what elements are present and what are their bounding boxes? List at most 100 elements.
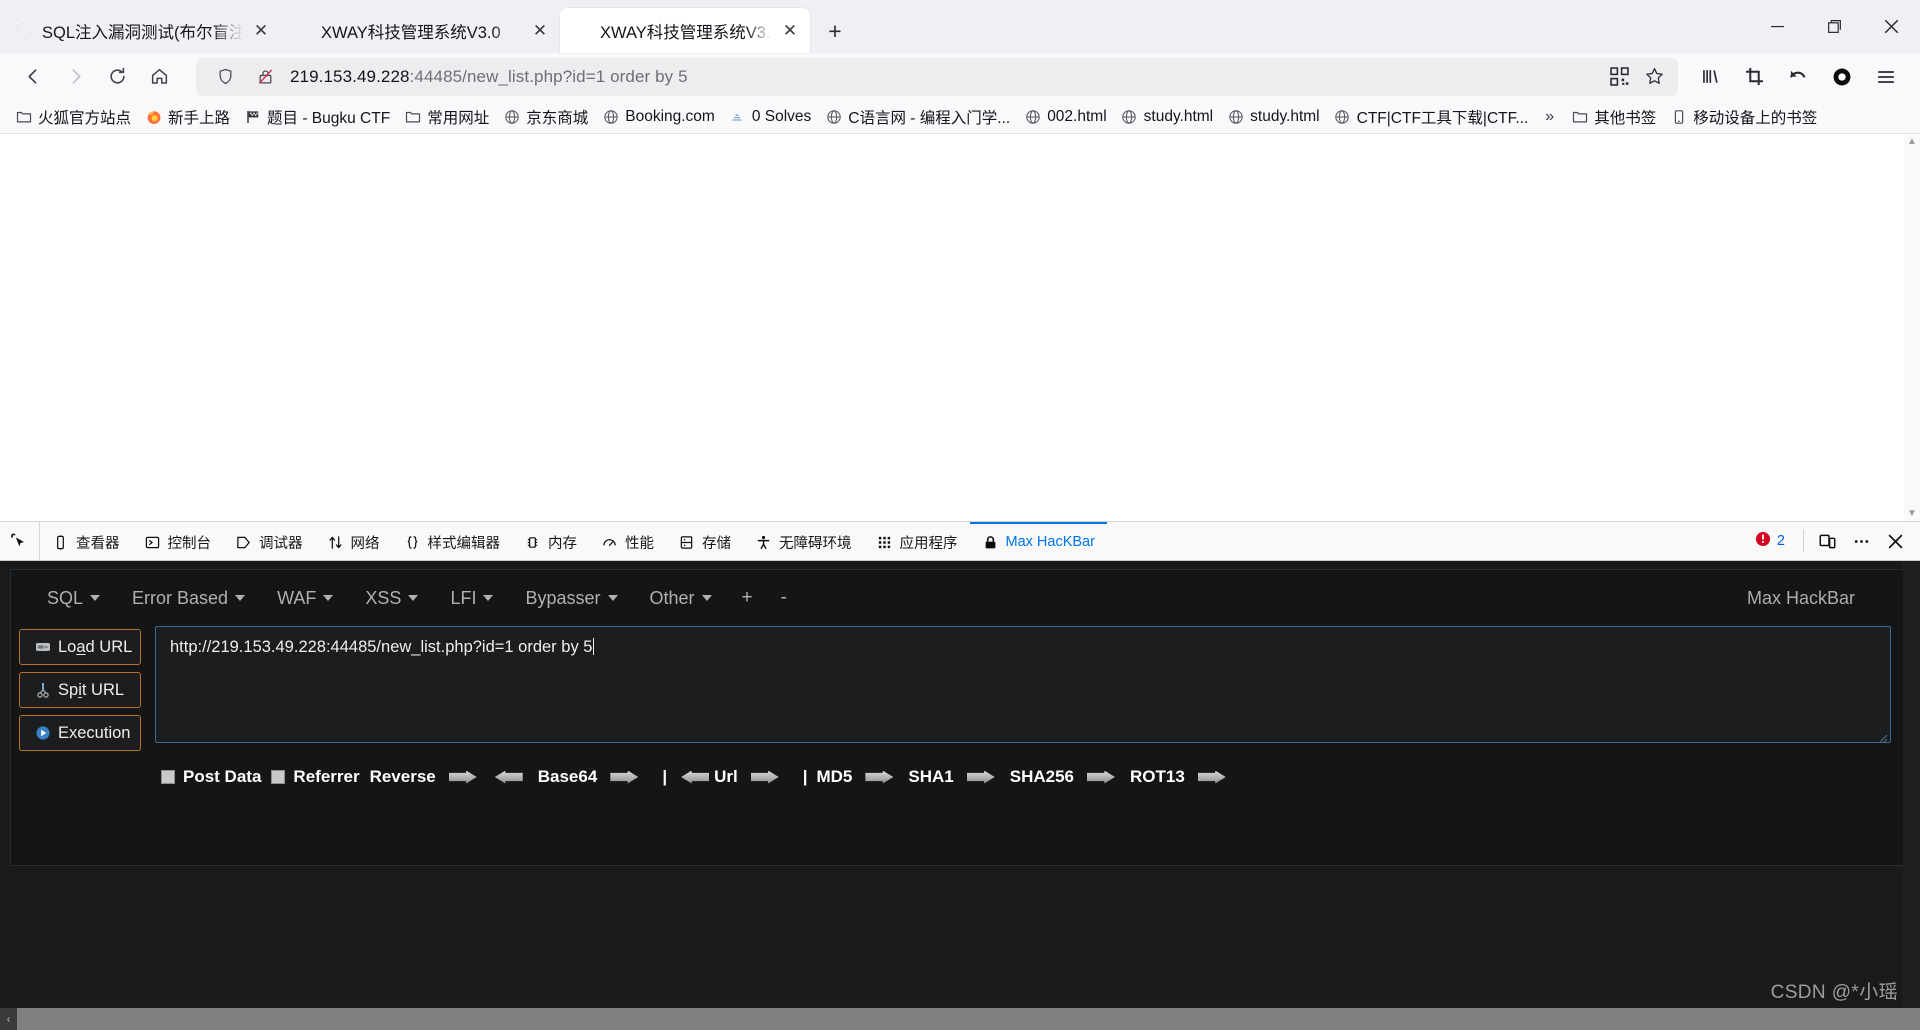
scroll-left-icon[interactable]: ‹ xyxy=(0,1008,17,1030)
close-icon[interactable]: ✕ xyxy=(781,22,799,40)
hackbar-menu-add[interactable]: + xyxy=(728,581,767,615)
horizontal-scrollbar[interactable]: ‹ xyxy=(0,1008,1920,1030)
error-count-badge[interactable]: 2 xyxy=(1743,531,1797,551)
devtools-tab-debugger[interactable]: 调试器 xyxy=(223,522,315,560)
hackbar-menu-sql[interactable]: SQL xyxy=(31,582,116,615)
bookmark-item[interactable]: 002.html xyxy=(1017,105,1113,129)
back-arrow-icon[interactable] xyxy=(12,58,54,96)
element-picker-icon[interactable] xyxy=(0,522,40,560)
shield-icon[interactable] xyxy=(210,61,241,92)
url-encoder[interactable]: Url xyxy=(714,767,794,787)
close-devtools-icon[interactable] xyxy=(1878,524,1912,558)
bookmark-item[interactable]: 京东商城 xyxy=(496,103,595,131)
sha1-hasher[interactable]: SHA1 xyxy=(908,767,1009,787)
home-icon[interactable] xyxy=(138,58,180,96)
maximize-icon[interactable] xyxy=(1806,0,1863,53)
devtools-tab-console[interactable]: 控制台 xyxy=(132,522,224,560)
bookmark-item[interactable]: Booking.com xyxy=(595,105,722,129)
bookmark-item[interactable]: 新手上路 xyxy=(138,103,237,131)
encode-arrow-right-icon[interactable] xyxy=(750,770,779,784)
split-url-button[interactable]: Spit URL xyxy=(19,672,141,708)
url-input[interactable]: http://219.153.49.228:44485/new_list.php… xyxy=(155,626,1891,743)
devtools-tab-style-editor[interactable]: 样式编辑器 xyxy=(392,522,513,560)
resize-handle-icon[interactable] xyxy=(1876,728,1888,743)
qr-code-icon[interactable] xyxy=(1604,61,1635,92)
referrer-option[interactable]: Referrer xyxy=(271,767,369,787)
reverse-encoder[interactable]: Reverse xyxy=(370,767,538,787)
md5-hasher[interactable]: MD5 xyxy=(816,767,908,787)
page-scrollbar[interactable]: ▲ ▼ xyxy=(1904,134,1920,521)
scrollbar-thumb[interactable] xyxy=(17,1008,1920,1030)
hackbar-menu-other[interactable]: Other xyxy=(634,582,728,615)
hash-arrow-right-icon[interactable] xyxy=(1087,770,1115,784)
encode-arrow-right-icon[interactable] xyxy=(1197,770,1226,784)
post-data-option[interactable]: Post Data xyxy=(161,767,271,787)
undo-close-tab-icon[interactable] xyxy=(1776,58,1820,96)
devtools-tab-storage[interactable]: 存储 xyxy=(666,522,743,560)
post-data-checkbox[interactable] xyxy=(161,770,175,784)
bookmark-item[interactable]: study.html xyxy=(1114,105,1221,129)
encode-arrow-right-icon[interactable] xyxy=(610,770,639,784)
max-hackbar-panel: SQL Error Based WAF XSS LFI Bypasser Oth… xyxy=(0,561,1920,1030)
close-icon[interactable]: ✕ xyxy=(531,22,549,40)
base64-encoder[interactable]: Base64 xyxy=(538,767,654,787)
devtools-tab-max-hackbar[interactable]: Max HacKBar xyxy=(969,522,1107,560)
globe-icon xyxy=(1024,108,1041,125)
decode-arrow-left-icon[interactable] xyxy=(681,770,710,784)
bookmark-item[interactable]: 常用网址 xyxy=(397,103,496,131)
devtools-tab-accessibility[interactable]: 无障碍环境 xyxy=(743,522,864,560)
load-url-button[interactable]: Load URL xyxy=(19,629,141,665)
browser-tab-active[interactable]: XWAY科技管理系统V3.0 ✕ xyxy=(560,8,810,53)
hackbar-menu-error-based[interactable]: Error Based xyxy=(116,582,261,615)
reload-icon[interactable] xyxy=(96,58,138,96)
hackbar-url-area: http://219.153.49.228:44485/new_list.php… xyxy=(155,626,1891,787)
close-icon[interactable]: ✕ xyxy=(252,22,270,40)
bookmark-item[interactable]: CTF|CTF工具下载|CTF... xyxy=(1327,103,1536,131)
close-window-icon[interactable] xyxy=(1863,0,1920,53)
responsive-design-icon[interactable] xyxy=(1810,524,1844,558)
hackbar-menu-waf[interactable]: WAF xyxy=(261,582,349,615)
browser-tab[interactable]: XWAY科技管理系统V3.0 ✕ xyxy=(281,8,560,53)
folder-icon xyxy=(1571,108,1588,125)
encode-arrow-right-icon[interactable] xyxy=(448,770,477,784)
hackbar-vertical-scrollbar[interactable] xyxy=(1903,561,1920,1008)
bookmark-item[interactable]: 火狐官方站点 xyxy=(8,103,138,131)
star-icon[interactable] xyxy=(1639,61,1670,92)
more-options-icon[interactable] xyxy=(1844,524,1878,558)
text-cursor xyxy=(593,638,595,655)
devtools-tab-inspector[interactable]: 查看器 xyxy=(40,522,132,560)
hackbar-menu-remove[interactable]: - xyxy=(767,581,801,615)
app-menu-icon[interactable] xyxy=(1864,58,1908,96)
decode-arrow-left-icon[interactable] xyxy=(494,770,523,784)
devtools-tab-application[interactable]: 应用程序 xyxy=(864,522,970,560)
execution-button[interactable]: Execution xyxy=(19,715,141,751)
address-bar[interactable]: 219.153.49.228:44485/new_list.php?id=1 o… xyxy=(196,57,1678,96)
bookmark-folder-mobile[interactable]: 移动设备上的书签 xyxy=(1663,103,1824,131)
browser-tab[interactable]: SQL注入漏洞测试(布尔盲注)_SQ ✕ xyxy=(2,8,281,53)
devtools-tab-performance[interactable]: 性能 xyxy=(589,522,666,560)
bookmark-item[interactable]: 题目 - Bugku CTF xyxy=(237,103,397,131)
scroll-up-icon[interactable]: ▲ xyxy=(1907,134,1917,149)
rot13-encoder[interactable]: ROT13 xyxy=(1130,767,1241,787)
referrer-checkbox[interactable] xyxy=(271,770,286,784)
hash-arrow-right-icon[interactable] xyxy=(966,770,995,784)
hackbar-menu-lfi[interactable]: LFI xyxy=(434,582,509,615)
account-icon[interactable] xyxy=(1820,58,1864,96)
bookmarks-overflow-icon[interactable]: » xyxy=(1535,105,1564,129)
hash-arrow-right-icon[interactable] xyxy=(865,770,894,784)
bookmark-folder-other[interactable]: 其他书签 xyxy=(1564,103,1663,131)
minimize-icon[interactable] xyxy=(1749,0,1806,53)
scroll-down-icon[interactable]: ▼ xyxy=(1907,506,1917,521)
hackbar-menu-xss[interactable]: XSS xyxy=(349,582,434,615)
bookmark-item[interactable]: study.html xyxy=(1220,105,1327,129)
devtools-tab-memory[interactable]: 内存 xyxy=(512,522,589,560)
new-tab-button[interactable]: + xyxy=(818,14,852,48)
bookmark-item[interactable]: C语言网 - 编程入门学... xyxy=(818,103,1017,131)
devtools-tab-network[interactable]: 网络 xyxy=(315,522,392,560)
lock-broken-icon[interactable] xyxy=(250,61,281,92)
sha256-hasher[interactable]: SHA256 xyxy=(1010,767,1130,787)
screenshot-icon[interactable] xyxy=(1732,58,1776,96)
library-icon[interactable] xyxy=(1688,58,1732,96)
hackbar-menu-bypasser[interactable]: Bypasser xyxy=(509,582,633,615)
bookmark-item[interactable]: 0 Solves xyxy=(722,105,818,129)
